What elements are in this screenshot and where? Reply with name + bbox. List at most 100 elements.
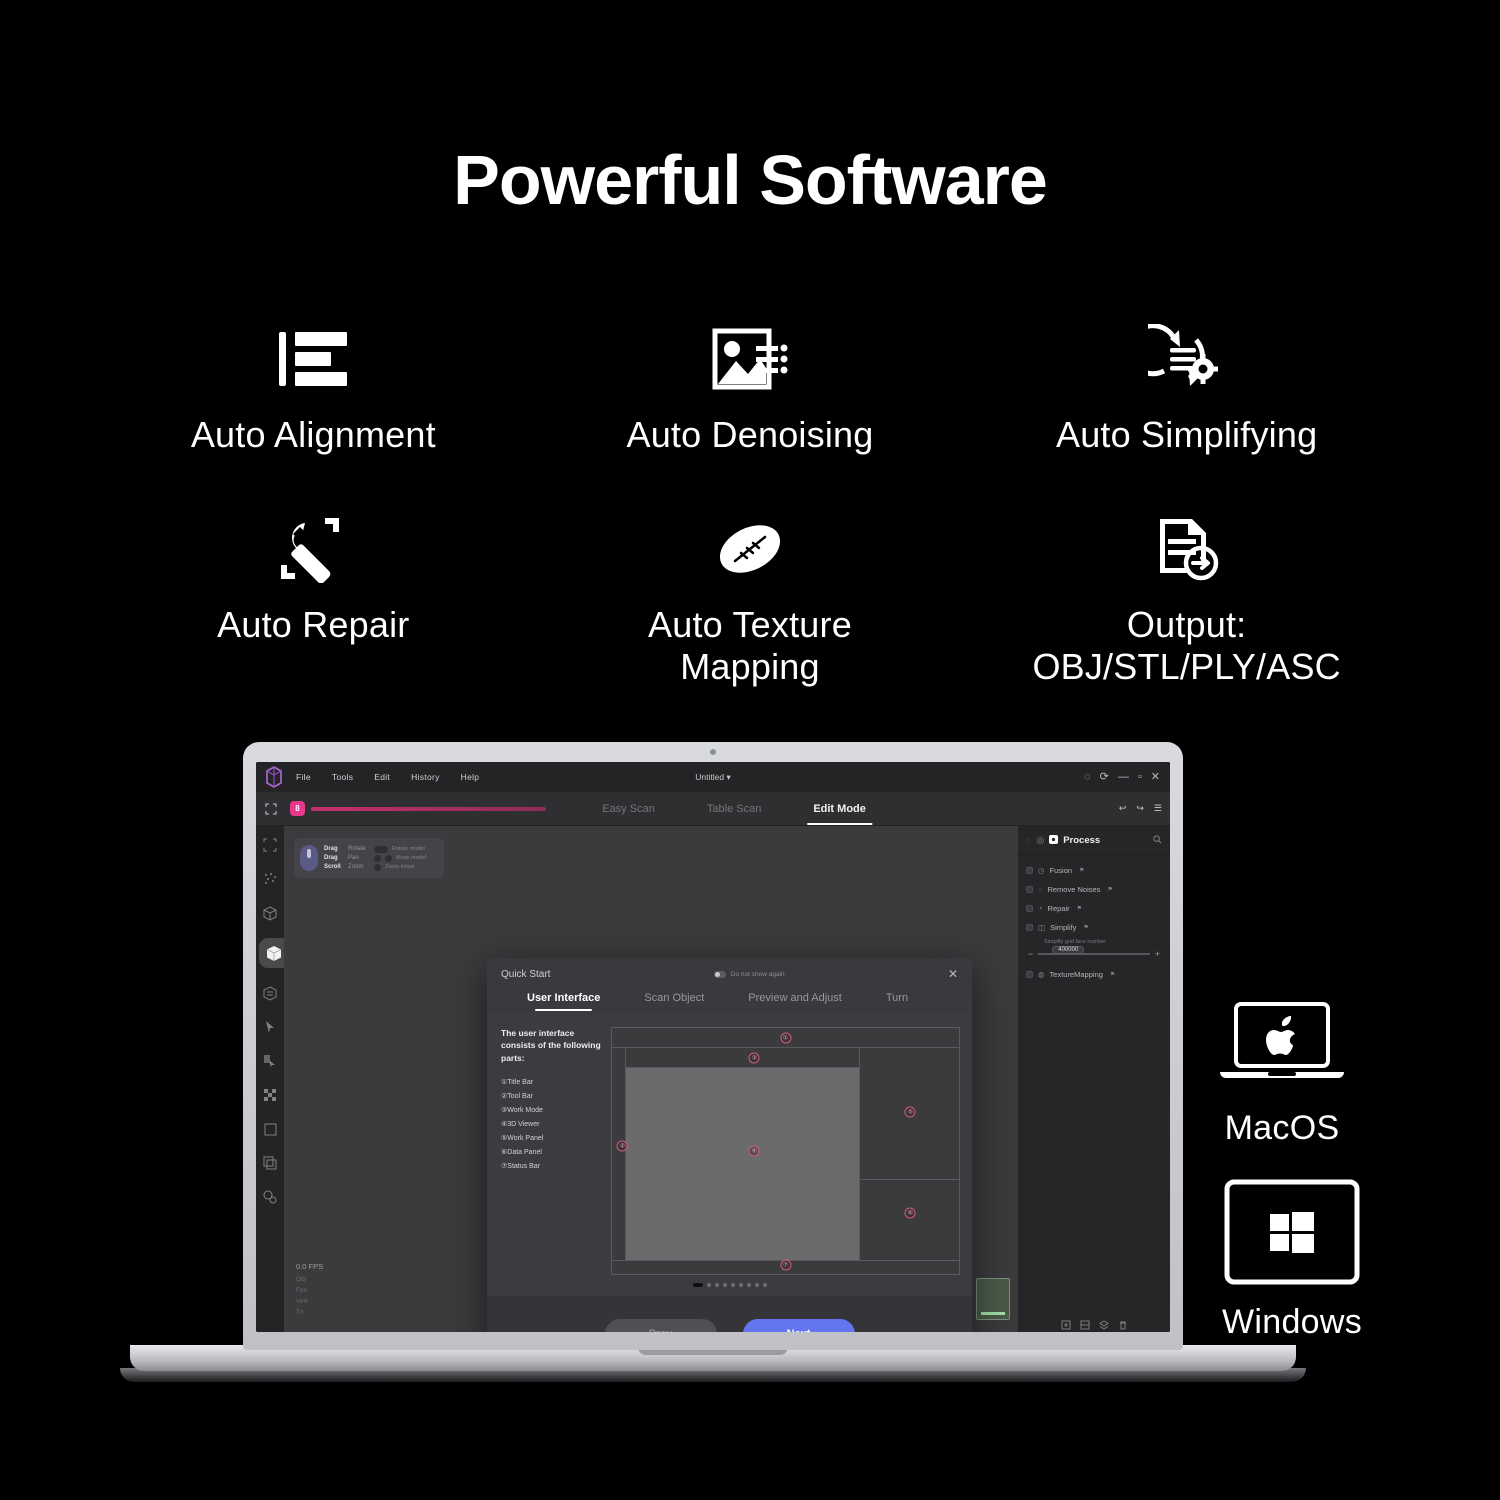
flag-icon[interactable]: ⚑ [1077,905,1082,912]
dialog-title: Quick Start [501,968,551,980]
square-icon[interactable] [261,1120,279,1138]
layers-icon[interactable] [1098,1320,1109,1332]
checkbox[interactable] [1026,905,1033,912]
redo-icon[interactable]: ↪ [1136,803,1144,814]
modebar-right-icons[interactable]: ↩ ↪ ☰ [1119,803,1170,814]
settings-mesh-icon[interactable] [261,1188,279,1206]
pagination-dot[interactable] [714,1283,719,1287]
diagram-marker: ⑤ [904,1106,916,1118]
pagination-dot[interactable] [762,1283,767,1287]
search-icon[interactable] [1153,835,1162,846]
marquee-select-icon[interactable] [261,836,279,854]
process-item-label: Repair [1047,904,1070,913]
slider-value[interactable]: 400000 [1052,946,1085,955]
menu-tools[interactable]: Tools [332,772,353,782]
window-controls[interactable]: ◌ ⟳ — ▫ ✕ [1084,771,1160,783]
fps-line: Obj [296,1275,307,1283]
tab-easy-scan[interactable]: Easy Scan [602,803,655,815]
menu-icon[interactable]: ☰ [1154,803,1162,814]
app-titlebar: File Tools Edit History Help Untitled ▾ … [256,762,1170,792]
hint-pill [385,854,392,862]
export-icon[interactable] [1061,1320,1071,1332]
target-icon[interactable]: ◎ [1036,835,1044,846]
minimize-button[interactable]: — [1118,771,1129,783]
dialog-pagination[interactable] [487,1275,972,1287]
copy-icon[interactable] [261,1154,279,1172]
process-item-texture-mapping[interactable]: ◍ TextureMapping ⚑ [1018,965,1170,984]
progress-bar[interactable] [311,806,546,811]
menu-help[interactable]: Help [461,772,480,782]
pen-icon[interactable]: ◌ [1084,771,1091,783]
pagination-dot[interactable] [754,1283,759,1287]
tab-table-scan[interactable]: Table Scan [707,803,761,815]
pagination-dot[interactable] [746,1283,751,1287]
laptop-screen: File Tools Edit History Help Untitled ▾ … [256,762,1170,1332]
menu-edit[interactable]: Edit [374,772,390,782]
checkbox[interactable] [1026,924,1033,931]
prev-button[interactable]: Prev [604,1319,717,1332]
tab-edit-mode[interactable]: Edit Mode [807,803,872,825]
mesh-cube-icon[interactable] [261,904,279,922]
pagination-dot[interactable] [692,1283,703,1287]
marquee-icon[interactable] [256,803,286,815]
dialog-tabs[interactable]: User Interface Scan Object Preview and A… [501,980,958,1013]
process-item-remove-noises[interactable]: ◌ Remove Noises ⚑ [1018,880,1170,899]
undo-icon[interactable]: ↩ [1119,803,1127,814]
flag-icon[interactable]: ⚑ [1083,924,1088,931]
process-item-fusion[interactable]: ◷ Fusion ⚑ [1018,861,1170,880]
flag-icon[interactable]: ⚑ [1110,971,1115,978]
menu-file[interactable]: File [296,772,311,782]
pagination-dot[interactable] [738,1283,743,1287]
toggle-label: Do not show again [730,970,785,978]
process-item-label: Simplify [1050,923,1077,932]
tab-user-interface[interactable]: User Interface [527,992,600,1013]
close-icon[interactable]: ✕ [948,968,958,980]
mouse-icon [300,845,318,871]
close-button[interactable]: ✕ [1151,771,1160,783]
checker-icon[interactable] [261,1086,279,1104]
scan-thumbnail[interactable] [976,1278,1010,1320]
pagination-dot[interactable] [730,1283,735,1287]
diagram-marker: ③ [748,1052,760,1064]
tab-turn[interactable]: Turn [886,992,908,1013]
point-cloud-icon[interactable] [261,870,279,888]
shaded-cube-icon[interactable] [261,984,279,1002]
grid-icon[interactable] [1080,1320,1090,1332]
do-not-show-toggle[interactable]: Do not show again [713,970,785,978]
process-item-repair[interactable]: ◔ Repair ⚑ [1018,899,1170,918]
slider-track[interactable]: 400000 [1038,946,1150,955]
trash-icon[interactable] [1118,1320,1128,1332]
cursor-select-icon[interactable] [261,1052,279,1070]
simplify-slider[interactable]: − 400000 + [1018,946,1170,965]
tab-preview-and-adjust[interactable]: Preview and Adjust [748,992,842,1013]
refresh-icon[interactable]: ⟳ [1100,771,1109,783]
checkbox[interactable] [1026,971,1033,978]
diagram-marker: ① [780,1032,791,1044]
process-panel-footer[interactable] [1018,1320,1170,1332]
fps-line: Fps [296,1286,307,1294]
toggle-switch[interactable] [713,970,726,978]
pagination-dot[interactable] [706,1283,711,1287]
flag-icon[interactable]: ⚑ [1079,867,1084,874]
app-menubar[interactable]: File Tools Edit History Help [296,772,479,782]
checkbox[interactable] [1026,886,1033,893]
next-button[interactable]: Next [742,1319,855,1332]
quick-start-dialog[interactable]: Quick Start Do not show again ✕ User Int… [487,958,972,1332]
dialog-body: The user interface consists of the follo… [487,1013,972,1275]
process-item-simplify[interactable]: ◫ Simplify ⚑ [1018,918,1170,937]
cursor-icon[interactable] [261,1018,279,1036]
checkbox[interactable] [1026,867,1033,874]
increment-button[interactable]: + [1155,949,1160,959]
mode-tabs[interactable]: Easy Scan Table Scan Edit Mode [602,803,872,825]
tab-scan-object[interactable]: Scan Object [644,992,704,1013]
pagination-dot[interactable] [722,1283,727,1287]
texture-ball-icon [713,510,787,588]
maximize-button[interactable]: ▫ [1138,771,1142,783]
menu-history[interactable]: History [411,772,440,782]
left-toolbar[interactable] [256,826,289,1332]
feature-auto-simplifying: Auto Simplifying [968,320,1405,510]
eye-icon[interactable]: ◌ [1026,836,1031,846]
flag-icon[interactable]: ⚑ [1107,886,1112,893]
3d-viewport[interactable]: Drag Rotate Rotate model Drag Pan Move m… [284,826,1018,1332]
decrement-button[interactable]: − [1028,949,1033,959]
